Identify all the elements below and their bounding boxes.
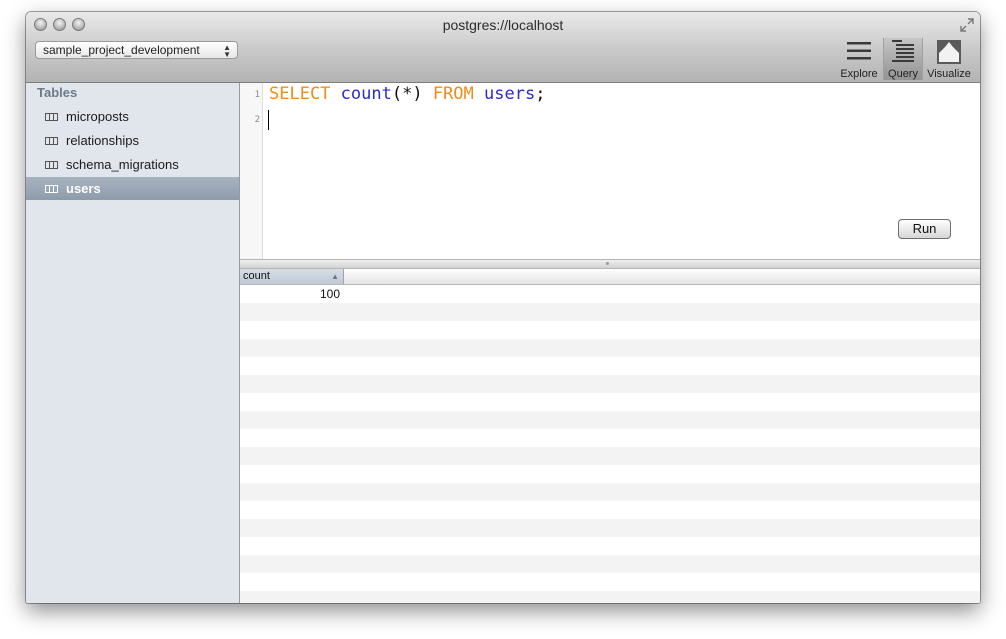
empty-row xyxy=(240,537,980,555)
sidebar-item-relationships[interactable]: relationships xyxy=(26,129,239,152)
table-icon xyxy=(45,113,58,121)
sql-semicolon: ; xyxy=(535,84,546,104)
text-caret xyxy=(268,110,269,130)
empty-row xyxy=(240,591,980,603)
line-number: 2 xyxy=(254,115,260,125)
tables-sidebar: Tables microposts relationships schema_m… xyxy=(26,83,240,603)
empty-row xyxy=(240,465,980,483)
query-editor[interactable]: 1 2 SELECT count(*) FROM users; Run xyxy=(240,83,980,259)
fullscreen-icon[interactable] xyxy=(960,18,974,32)
line-number-gutter: 1 2 xyxy=(240,83,263,259)
empty-row xyxy=(240,339,980,357)
select-arrows-icon: ▲ ▼ xyxy=(223,43,231,59)
sql-function-count: count xyxy=(340,84,392,104)
sidebar-item-label: users xyxy=(66,181,101,196)
sidebar-item-schema-migrations[interactable]: schema_migrations xyxy=(26,153,239,176)
sql-args: (*) xyxy=(391,84,423,104)
sidebar-item-microposts[interactable]: microposts xyxy=(26,105,239,128)
visualize-button[interactable]: Visualize xyxy=(925,38,973,80)
window-title: postgres://localhost xyxy=(442,17,564,33)
query-label: Query xyxy=(888,68,918,80)
sql-table-name: users xyxy=(484,84,536,104)
query-list-icon xyxy=(892,40,914,62)
empty-row xyxy=(240,411,980,429)
table-cell: 100 xyxy=(319,287,340,301)
visualize-label: Visualize xyxy=(927,68,971,80)
empty-row xyxy=(240,483,980,501)
app-window: postgres://localhost sample_project_deve… xyxy=(26,12,980,603)
empty-row xyxy=(240,519,980,537)
sql-keyword-select: SELECT xyxy=(269,84,331,104)
title-bar: postgres://localhost sample_project_deve… xyxy=(26,12,980,83)
empty-row xyxy=(240,303,980,321)
sort-arrow-icon: ▲ xyxy=(331,272,339,281)
pane-splitter[interactable] xyxy=(240,259,980,269)
empty-row xyxy=(240,447,980,465)
empty-row xyxy=(240,429,980,447)
sidebar-item-label: relationships xyxy=(66,133,139,148)
database-select[interactable]: sample_project_development ▲ ▼ xyxy=(35,41,238,59)
list-icon xyxy=(847,42,871,60)
table-icon xyxy=(45,161,58,169)
column-header-count[interactable]: count ▲ xyxy=(240,269,344,284)
empty-row xyxy=(240,375,980,393)
run-label: Run xyxy=(912,221,937,236)
sidebar-header: Tables xyxy=(37,85,78,100)
sql-code-line: SELECT count(*) FROM users; xyxy=(269,84,545,104)
results-table: count ▲ 100 xyxy=(240,269,980,603)
empty-row xyxy=(240,555,980,573)
column-header-label: count xyxy=(243,270,270,282)
empty-row xyxy=(240,321,980,339)
empty-row xyxy=(240,357,980,375)
splitter-grip-icon xyxy=(606,262,609,265)
explore-label: Explore xyxy=(840,68,878,80)
empty-row xyxy=(240,501,980,519)
table-row[interactable]: 100 xyxy=(240,285,980,303)
explore-button[interactable]: Explore xyxy=(838,38,880,80)
results-header: count ▲ xyxy=(240,269,980,285)
chart-icon xyxy=(937,40,961,64)
sidebar-item-label: microposts xyxy=(66,109,129,124)
sidebar-item-users[interactable]: users xyxy=(26,177,239,200)
database-select-value: sample_project_development xyxy=(43,43,200,57)
sidebar-item-label: schema_migrations xyxy=(66,157,179,172)
empty-row xyxy=(240,573,980,591)
query-button[interactable]: Query xyxy=(883,38,923,80)
table-icon xyxy=(45,137,58,145)
empty-row xyxy=(240,393,980,411)
sql-keyword-from: FROM xyxy=(432,84,474,104)
table-icon xyxy=(45,185,58,193)
line-number: 1 xyxy=(254,90,260,100)
run-button[interactable]: Run xyxy=(898,219,951,239)
